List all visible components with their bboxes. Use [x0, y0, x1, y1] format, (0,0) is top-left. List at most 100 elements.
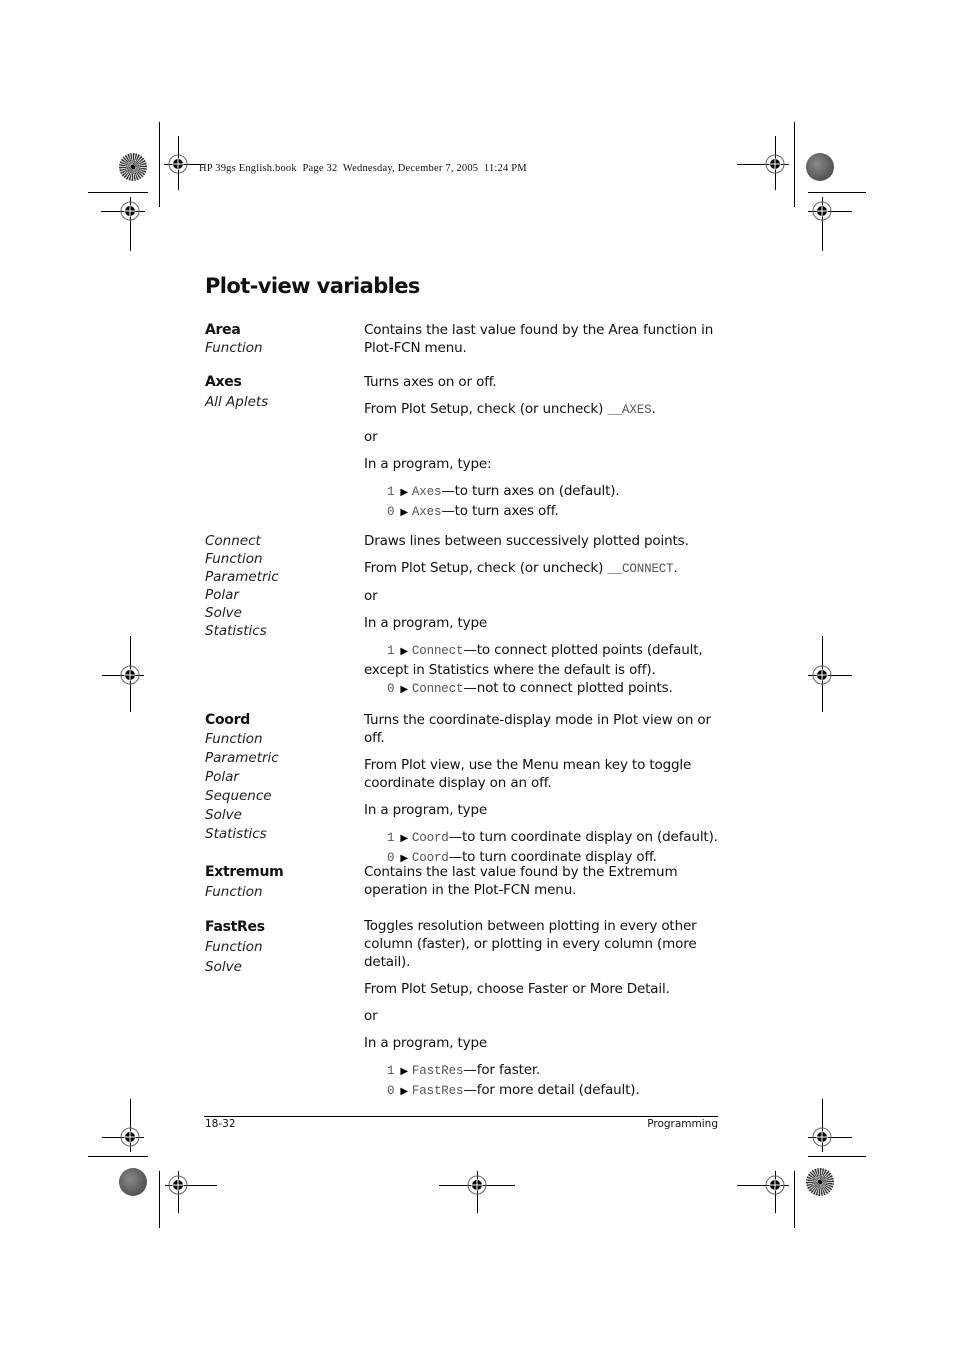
density-disc-icon	[806, 153, 834, 181]
code-keyword: Connect	[411, 682, 464, 696]
variable-name: Coord	[205, 712, 250, 728]
code-explanation: —for faster.	[463, 1062, 541, 1078]
registration-target-icon	[764, 1174, 786, 1196]
crop-line	[159, 122, 160, 207]
registration-target-icon	[811, 664, 833, 686]
setup-instruction: From Plot Setup, check (or uncheck) __CO…	[364, 559, 724, 578]
store-arrow-icon: ▶	[400, 684, 408, 695]
term: Extremum Function	[205, 863, 355, 901]
code-line: 0 ▶ Axes—to turn axes off.	[387, 502, 724, 522]
density-disc-icon	[119, 1168, 147, 1196]
aplet-category: Sequence	[205, 788, 272, 804]
description-text: Turns the coordinate-display mode in Plo…	[364, 712, 711, 746]
variable-name: Extremum	[205, 864, 284, 880]
aplet-category: Function	[205, 551, 263, 567]
code-explanation: —to turn axes off.	[441, 503, 559, 519]
store-arrow-icon: ▶	[400, 487, 408, 498]
setup-text: From Plot Setup, check (or uncheck)	[364, 560, 608, 576]
description-text: Toggles resolution between plotting in e…	[364, 918, 697, 970]
aplet-category: Function	[205, 340, 263, 356]
description: Toggles resolution between plotting in e…	[364, 917, 724, 1101]
code-keyword: Coord	[411, 831, 449, 845]
setup-code: __CONNECT	[607, 562, 674, 576]
registration-target-icon	[811, 200, 833, 222]
setup-code: __AXES	[607, 403, 652, 417]
aplet-category: Function	[205, 939, 263, 955]
crop-line	[794, 1171, 795, 1228]
page-number: 18-32	[205, 1118, 236, 1130]
store-arrow-icon: ▶	[400, 833, 408, 844]
registration-target-icon	[466, 1174, 488, 1196]
code-line: 0 ▶ FastRes—for more detail (default).	[387, 1081, 724, 1101]
code-value: 1	[387, 644, 395, 658]
aplet-category: Solve	[205, 959, 242, 975]
aplet-category: Parametric	[205, 569, 279, 585]
code-value: 0	[387, 1084, 395, 1098]
crop-line	[88, 1156, 148, 1157]
code-value: 0	[387, 682, 395, 696]
description-text: From Plot Setup, choose Faster or More D…	[364, 981, 670, 997]
density-disc-icon	[119, 153, 147, 181]
code-explanation: —to turn coordinate display on (default)…	[448, 829, 718, 845]
store-arrow-icon: ▶	[400, 507, 408, 518]
description: Turns axes on or off. From Plot Setup, c…	[364, 373, 724, 522]
aplet-category: Statistics	[205, 623, 267, 639]
footer-rule	[204, 1116, 718, 1117]
setup-instruction: From Plot Setup, check (or uncheck) __AX…	[364, 400, 724, 419]
code-value: 1	[387, 1064, 395, 1078]
running-header: HP 39gs English.book Page 32 Wednesday, …	[199, 163, 527, 174]
registration-target-icon	[167, 1174, 189, 1196]
registration-target-icon	[119, 1126, 141, 1148]
crop-line	[159, 1171, 160, 1228]
code-keyword: Connect	[411, 644, 464, 658]
description: Turns the coordinate-display mode in Plo…	[364, 711, 724, 868]
or-text: or	[364, 588, 378, 604]
or-text: or	[364, 1008, 378, 1024]
code-line: 1 ▶ Axes—to turn axes on (default).	[387, 482, 724, 502]
section-name: Programming	[647, 1118, 718, 1130]
store-arrow-icon: ▶	[400, 1086, 408, 1097]
store-arrow-icon: ▶	[400, 1066, 408, 1077]
registration-target-icon	[119, 664, 141, 686]
description-text: Contains the last value found by the Ext…	[364, 864, 678, 898]
registration-target-icon	[119, 200, 141, 222]
crop-line	[808, 1156, 866, 1157]
code-line: 0 ▶ Connect—not to connect plotted points.	[387, 679, 724, 699]
description-text: Turns axes on or off.	[364, 374, 497, 390]
code-keyword: FastRes	[411, 1084, 464, 1098]
code-value: 1	[387, 485, 395, 499]
aplet-category: Statistics	[205, 826, 267, 842]
term: Connect Function Parametric Polar Solve …	[205, 532, 355, 640]
description: Draws lines between successively plotted…	[364, 532, 724, 699]
code-keyword: Axes	[411, 505, 442, 519]
term: FastRes Function Solve	[205, 917, 355, 977]
description-text: Contains the last value found by the Are…	[364, 322, 714, 356]
registration-target-icon	[811, 1126, 833, 1148]
registration-target-icon	[764, 153, 786, 175]
code-explanation: —not to connect plotted points.	[463, 680, 673, 696]
code-line: 1 ▶ Connect—to connect plotted points (def…	[387, 641, 724, 661]
aplet-category: Polar	[205, 769, 239, 785]
description: Contains the last value found by the Ext…	[364, 863, 724, 908]
store-arrow-icon: ▶	[400, 646, 408, 657]
code-line: 1 ▶ Coord—to turn coordinate display on (d…	[387, 828, 724, 848]
density-disc-icon	[806, 1168, 834, 1196]
code-line: 1 ▶ FastRes—for faster.	[387, 1061, 724, 1081]
code-continuation: except in Statistics where the default i…	[364, 662, 656, 678]
crop-line	[88, 192, 148, 193]
code-value: 0	[387, 505, 395, 519]
aplet-category: Parametric	[205, 750, 279, 766]
code-explanation: —for more detail (default).	[463, 1082, 640, 1098]
code-explanation: —to connect plotted points (default,	[463, 642, 703, 658]
variable-name: Connect	[205, 533, 261, 549]
aplet-category: Solve	[205, 605, 242, 621]
program-intro: In a program, type:	[364, 456, 492, 472]
code-keyword: Axes	[411, 485, 442, 499]
aplet-category: Function	[205, 731, 263, 747]
code-explanation: —to turn axes on (default).	[441, 483, 620, 499]
crop-line	[794, 122, 795, 207]
setup-suffix: .	[673, 560, 678, 576]
term: Axes All Aplets	[205, 373, 355, 411]
aplet-category: Solve	[205, 807, 242, 823]
code-value: 1	[387, 831, 395, 845]
